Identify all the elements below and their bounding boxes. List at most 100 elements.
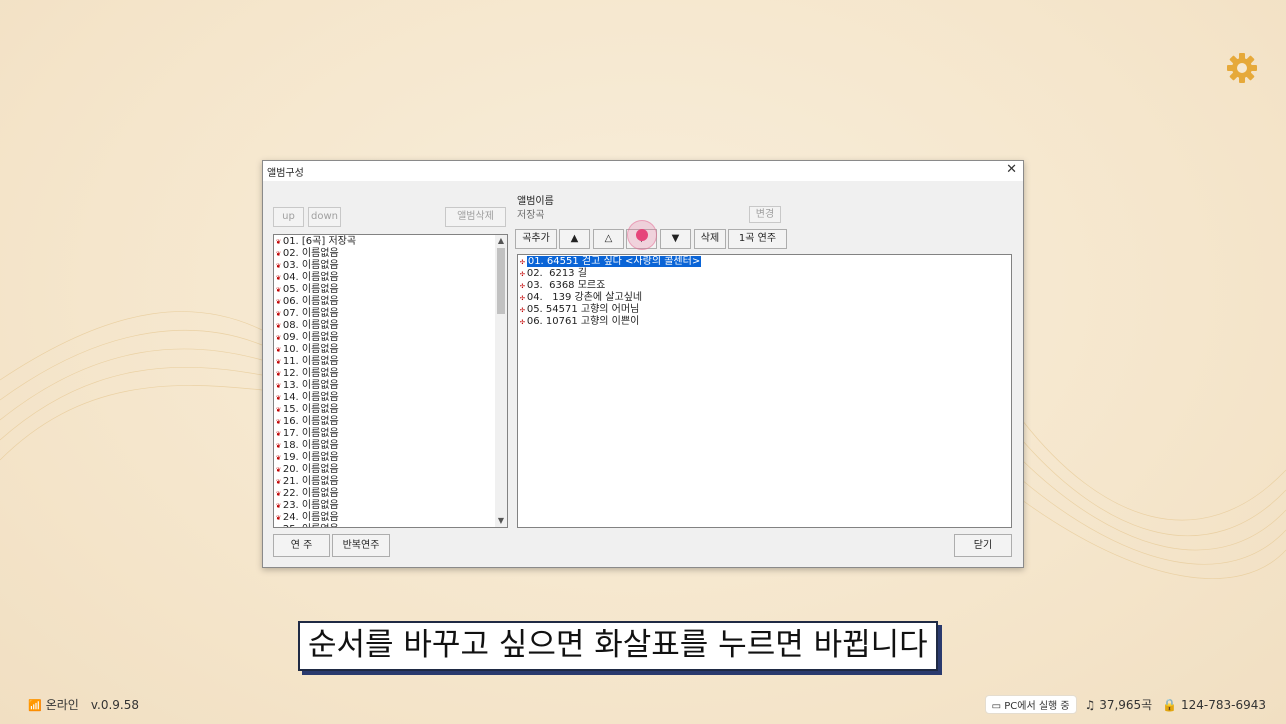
status-bar-right: ▭ PC에서 실행 중 ♫ 37,965곡 🔒 124-783-6943: [984, 695, 1266, 714]
status-bar-left: 📶 온라인 v.0.9.58: [28, 696, 139, 713]
scroll-down-icon[interactable]: ▼: [495, 515, 507, 527]
change-button[interactable]: 변경: [749, 206, 781, 223]
song-marker-icon: ✣: [520, 293, 525, 302]
album-list-item[interactable]: ❦ 10. 이름없음: [276, 344, 339, 356]
album-list-item[interactable]: ❦ 02. 이름없음: [276, 248, 339, 260]
album-marker-icon: ❦: [276, 489, 281, 498]
album-item-label: 04. 이름없음: [282, 272, 339, 283]
song-list-item[interactable]: ✣ 02. 6213 길: [520, 268, 587, 280]
album-list-item[interactable]: ❦ 21. 이름없음: [276, 476, 339, 488]
album-list-item[interactable]: ❦ 14. 이름없음: [276, 392, 339, 404]
album-item-label: 12. 이름없음: [282, 368, 339, 379]
song-list[interactable]: ✣ 01. 64551 걷고 싶다 <사랑의 콜센터> ✣ 02. 6213 길 ✣ 03…: [517, 254, 1012, 528]
gear-icon[interactable]: [1226, 52, 1258, 84]
album-item-label: 10. 이름없음: [282, 344, 339, 355]
album-marker-icon: ❦: [276, 261, 281, 270]
wifi-icon: 📶: [28, 699, 42, 712]
album-item-label: 05. 이름없음: [282, 284, 339, 295]
album-item-label: 01. [6곡] 저장곡: [282, 236, 357, 247]
album-list-item[interactable]: ❦ 16. 이름없음: [276, 416, 339, 428]
album-list-item[interactable]: ❦ 08. 이름없음: [276, 320, 339, 332]
album-list-item[interactable]: ❦ 22. 이름없음: [276, 488, 339, 500]
album-delete-button[interactable]: 앨범삭제: [445, 207, 506, 227]
song-marker-icon: ✣: [520, 257, 525, 266]
album-marker-icon: ❦: [276, 297, 281, 306]
move-up-one-button[interactable]: △: [593, 229, 624, 249]
album-marker-icon: ❦: [276, 501, 281, 510]
album-list-item[interactable]: ❦ 01. [6곡] 저장곡: [276, 236, 356, 248]
close-icon[interactable]: ✕: [1006, 162, 1017, 177]
album-list-scrollbar[interactable]: ▲ ▼: [495, 235, 507, 527]
play-button[interactable]: 연 주: [273, 534, 330, 557]
subtitle-caption: 순서를 바꾸고 싶으면 화살표를 누르면 바뀝니다: [298, 621, 938, 671]
add-song-button[interactable]: 곡추가: [515, 229, 557, 249]
album-marker-icon: ❦: [276, 453, 281, 462]
dialog-titlebar: 앨범구성 ✕: [263, 161, 1023, 181]
album-item-label: 22. 이름없음: [282, 488, 339, 499]
album-marker-icon: ❦: [276, 321, 281, 330]
album-list-item[interactable]: ❦ 07. 이름없음: [276, 308, 339, 320]
album-item-label: 07. 이름없음: [282, 308, 339, 319]
move-down-button[interactable]: ▼: [660, 229, 691, 249]
album-marker-icon: ❦: [276, 381, 281, 390]
move-up-button[interactable]: ▲: [559, 229, 590, 249]
scroll-thumb[interactable]: [497, 248, 505, 314]
album-list-item[interactable]: ❦ 15. 이름없음: [276, 404, 339, 416]
album-item-label: 21. 이름없음: [282, 476, 339, 487]
album-list-item[interactable]: ❦ 19. 이름없음: [276, 452, 339, 464]
album-list-item[interactable]: ❦ 05. 이름없음: [276, 284, 339, 296]
song-marker-icon: ✣: [520, 317, 525, 326]
album-item-label: 24. 이름없음: [282, 512, 339, 523]
album-marker-icon: ❦: [276, 357, 281, 366]
album-list-item[interactable]: ❦ 13. 이름없음: [276, 380, 339, 392]
album-list-item[interactable]: ❦ 11. 이름없음: [276, 356, 339, 368]
pc-running-badge: ▭ PC에서 실행 중: [984, 695, 1077, 714]
album-marker-icon: ❦: [276, 369, 281, 378]
album-list-item[interactable]: ❦ 03. 이름없음: [276, 260, 339, 272]
pc-running-label: PC에서 실행 중: [1004, 701, 1070, 712]
album-list-item[interactable]: ❦ 18. 이름없음: [276, 440, 339, 452]
album-marker-icon: ❦: [276, 309, 281, 318]
album-name-label: 앨범이름: [517, 196, 554, 207]
album-item-label: 11. 이름없음: [282, 356, 339, 367]
album-item-label: 17. 이름없음: [282, 428, 339, 439]
album-list-item[interactable]: ❦ 17. 이름없음: [276, 428, 339, 440]
album-list-item[interactable]: ❦ 20. 이름없음: [276, 464, 339, 476]
dialog-title: 앨범구성: [267, 168, 304, 179]
album-item-label: 13. 이름없음: [282, 380, 339, 391]
app-version: v.0.9.58: [90, 698, 139, 712]
album-list-item[interactable]: ❦ 12. 이름없음: [276, 368, 339, 380]
song-item-label: 03. 6368 모르죠: [526, 280, 606, 291]
album-up-button[interactable]: up: [273, 207, 304, 227]
song-item-label: 06. 10761 고향의 이쁜이: [526, 316, 640, 327]
album-list[interactable]: ❦ 01. [6곡] 저장곡 ❦ 02. 이름없음 ❦ 03. 이름없음 ❦ 04. 이름없음…: [273, 234, 508, 528]
album-list-item[interactable]: ❦ 09. 이름없음: [276, 332, 339, 344]
album-marker-icon: ❦: [276, 477, 281, 486]
repeat-play-button[interactable]: 반복연주: [332, 534, 390, 557]
album-list-item[interactable]: ❦25. 이름없음: [276, 524, 339, 527]
close-button[interactable]: 닫기: [954, 534, 1012, 557]
song-list-item[interactable]: ✣ 03. 6368 모르죠: [520, 280, 605, 292]
song-marker-icon: ✣: [520, 269, 525, 278]
scroll-up-icon[interactable]: ▲: [495, 235, 507, 247]
delete-song-button[interactable]: 삭제: [694, 229, 726, 249]
album-marker-icon: ❦: [276, 429, 281, 438]
album-down-button[interactable]: down: [308, 207, 341, 227]
album-list-item[interactable]: ❦ 24. 이름없음: [276, 512, 339, 524]
album-marker-icon: ❦: [276, 525, 281, 527]
album-marker-icon: ❦: [276, 345, 281, 354]
album-list-item[interactable]: ❦ 04. 이름없음: [276, 272, 339, 284]
album-marker-icon: ❦: [276, 417, 281, 426]
album-list-item[interactable]: ❦ 06. 이름없음: [276, 296, 339, 308]
song-list-item[interactable]: ✣ 05. 54571 고향의 어머님: [520, 304, 639, 316]
album-item-label: 23. 이름없음: [282, 500, 339, 511]
song-list-item[interactable]: ✣ 04. 139 강촌에 살고싶네: [520, 292, 642, 304]
song-item-label: 05. 54571 고향의 어머님: [526, 304, 640, 315]
song-item-label: 02. 6213 길: [526, 268, 587, 279]
song-list-item[interactable]: ✣ 06. 10761 고향의 이쁜이: [520, 316, 639, 328]
album-list-item[interactable]: ❦ 23. 이름없음: [276, 500, 339, 512]
album-item-label: 14. 이름없음: [282, 392, 339, 403]
song-list-item[interactable]: ✣ 01. 64551 걷고 싶다 <사랑의 콜센터>: [520, 255, 703, 268]
play-one-song-button[interactable]: 1곡 연주: [728, 229, 787, 249]
monitor-icon: ▭: [991, 701, 1005, 712]
